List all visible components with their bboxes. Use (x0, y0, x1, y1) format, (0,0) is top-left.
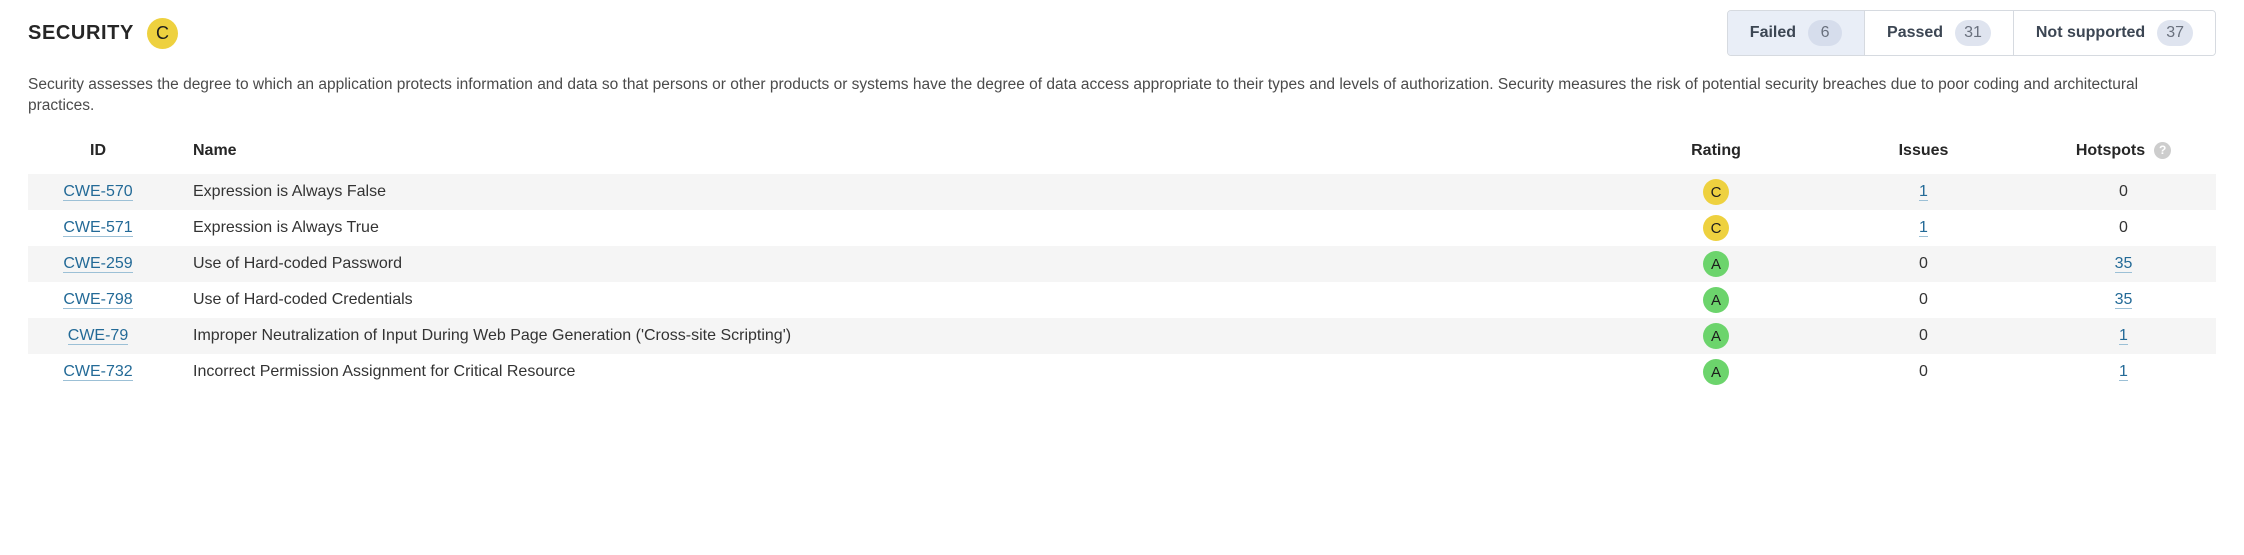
cell-name: Expression is Always False (168, 174, 1616, 210)
cell-issues: 0 (1816, 354, 2031, 390)
column-header-name-label: Name (193, 142, 237, 159)
title-block: SECURITY C (28, 17, 178, 49)
filter-passed-count: 31 (1955, 20, 1991, 46)
cwe-table-container: ID Name Rating Issues Hotspots ? CWE-570… (0, 141, 2244, 390)
cwe-table: ID Name Rating Issues Hotspots ? CWE-570… (28, 141, 2216, 390)
panel-header: SECURITY C Failed 6 Passed 31 Not suppor… (0, 0, 2244, 66)
overall-rating-badge: C (146, 17, 178, 49)
cell-issues: 1 (1816, 174, 2031, 210)
cell-name: Use of Hard-coded Password (168, 246, 1616, 282)
table-row: CWE-732 Incorrect Permission Assignment f… (28, 354, 2216, 390)
cwe-id-link[interactable]: CWE-570 (63, 183, 133, 201)
table-row: CWE-571 Expression is Always True C 1 0 (28, 210, 2216, 246)
cwe-id-link[interactable]: CWE-79 (67, 327, 129, 345)
rating-badge: A (1703, 251, 1729, 277)
hotspots-count-value: 0 (2119, 183, 2128, 200)
domain-description: Security assesses the degree to which an… (28, 76, 2139, 114)
hotspots-count-link[interactable]: 35 (2114, 291, 2133, 309)
filter-passed-button[interactable]: Passed 31 (1865, 11, 2014, 55)
issues-count-value: 0 (1919, 363, 1928, 380)
cell-issues: 0 (1816, 246, 2031, 282)
cell-hotspots: 1 (2031, 318, 2216, 354)
cell-rating: A (1616, 282, 1816, 318)
cell-id: CWE-798 (28, 282, 168, 318)
hotspots-count-value: 0 (2119, 219, 2128, 236)
table-row: CWE-259 Use of Hard-coded Password A 0 35 (28, 246, 2216, 282)
cell-issues: 1 (1816, 210, 2031, 246)
cell-name: Improper Neutralization of Input During … (168, 318, 1616, 354)
issues-count-link[interactable]: 1 (1919, 183, 1928, 201)
cell-rating: C (1616, 174, 1816, 210)
page-title: SECURITY (28, 21, 134, 44)
cell-id: CWE-570 (28, 174, 168, 210)
column-header-name: Name (168, 142, 1616, 174)
rating-badge: A (1703, 323, 1729, 349)
rating-badge: A (1703, 287, 1729, 313)
cwe-id-link[interactable]: CWE-259 (63, 255, 133, 273)
cwe-id-link[interactable]: CWE-798 (63, 291, 133, 309)
column-header-hotspots-label: Hotspots (2075, 142, 2146, 159)
rating-badge: C (1703, 215, 1729, 241)
column-header-id: ID (28, 142, 168, 174)
status-filter-group: Failed 6 Passed 31 Not supported 37 (1726, 10, 2216, 56)
cell-id: CWE-259 (28, 246, 168, 282)
table-row: CWE-798 Use of Hard-coded Credentials A 0 35 (28, 282, 2216, 318)
security-domain-panel: SECURITY C Failed 6 Passed 31 Not suppor… (0, 0, 2244, 555)
cwe-id-link[interactable]: CWE-571 (63, 219, 133, 237)
filter-not-supported-count: 37 (2157, 20, 2193, 46)
cell-name: Incorrect Permission Assignment for Crit… (168, 354, 1616, 390)
filter-failed-count: 6 (1808, 20, 1843, 46)
column-header-hotspots: Hotspots ? (2031, 141, 2216, 174)
cwe-id-link[interactable]: CWE-732 (63, 363, 133, 381)
hotspots-count-link[interactable]: 1 (2119, 363, 2128, 381)
table-row: CWE-570 Expression is Always False C 1 0 (28, 174, 2216, 210)
table-header-row: ID Name Rating Issues Hotspots ? (28, 141, 2216, 174)
filter-not-supported-button[interactable]: Not supported 37 (2013, 11, 2215, 55)
cell-issues: 0 (1816, 282, 2031, 318)
table-body: CWE-570 Expression is Always False C 1 0 CWE-… (28, 174, 2216, 390)
filter-failed-label: Failed (1749, 24, 1797, 41)
hotspots-count-link[interactable]: 35 (2114, 255, 2133, 273)
table-row: CWE-79 Improper Neutralization of Input D… (28, 318, 2216, 354)
issues-count-link[interactable]: 1 (1919, 219, 1928, 237)
cell-rating: A (1616, 246, 1816, 282)
filter-failed-button[interactable]: Failed 6 (1727, 11, 1866, 55)
cell-hotspots: 1 (2031, 354, 2216, 390)
cell-rating: A (1616, 354, 1816, 390)
filter-passed-label: Passed (1887, 24, 1944, 41)
cell-id: CWE-732 (28, 354, 168, 390)
cell-rating: A (1616, 318, 1816, 354)
cell-id: CWE-79 (28, 318, 168, 354)
cell-hotspots: 0 (2031, 174, 2216, 210)
filter-not-supported-label: Not supported (2035, 24, 2146, 41)
table-head: ID Name Rating Issues Hotspots ? (28, 141, 2216, 174)
issues-count-value: 0 (1919, 291, 1928, 308)
cell-name: Expression is Always True (168, 210, 1616, 246)
column-header-rating: Rating (1616, 142, 1816, 174)
cell-name: Use of Hard-coded Credentials (168, 282, 1616, 318)
issues-count-value: 0 (1919, 255, 1928, 272)
cell-id: CWE-571 (28, 210, 168, 246)
cell-hotspots: 35 (2031, 246, 2216, 282)
hotspots-count-link[interactable]: 1 (2119, 327, 2128, 345)
cell-hotspots: 0 (2031, 210, 2216, 246)
rating-badge: C (1703, 179, 1729, 205)
cell-issues: 0 (1816, 318, 2031, 354)
help-icon[interactable]: ? (2154, 141, 2172, 159)
column-header-issues: Issues (1816, 142, 2031, 174)
issues-count-value: 0 (1919, 327, 1928, 344)
rating-badge: A (1703, 359, 1729, 385)
cell-rating: C (1616, 210, 1816, 246)
cell-hotspots: 35 (2031, 282, 2216, 318)
